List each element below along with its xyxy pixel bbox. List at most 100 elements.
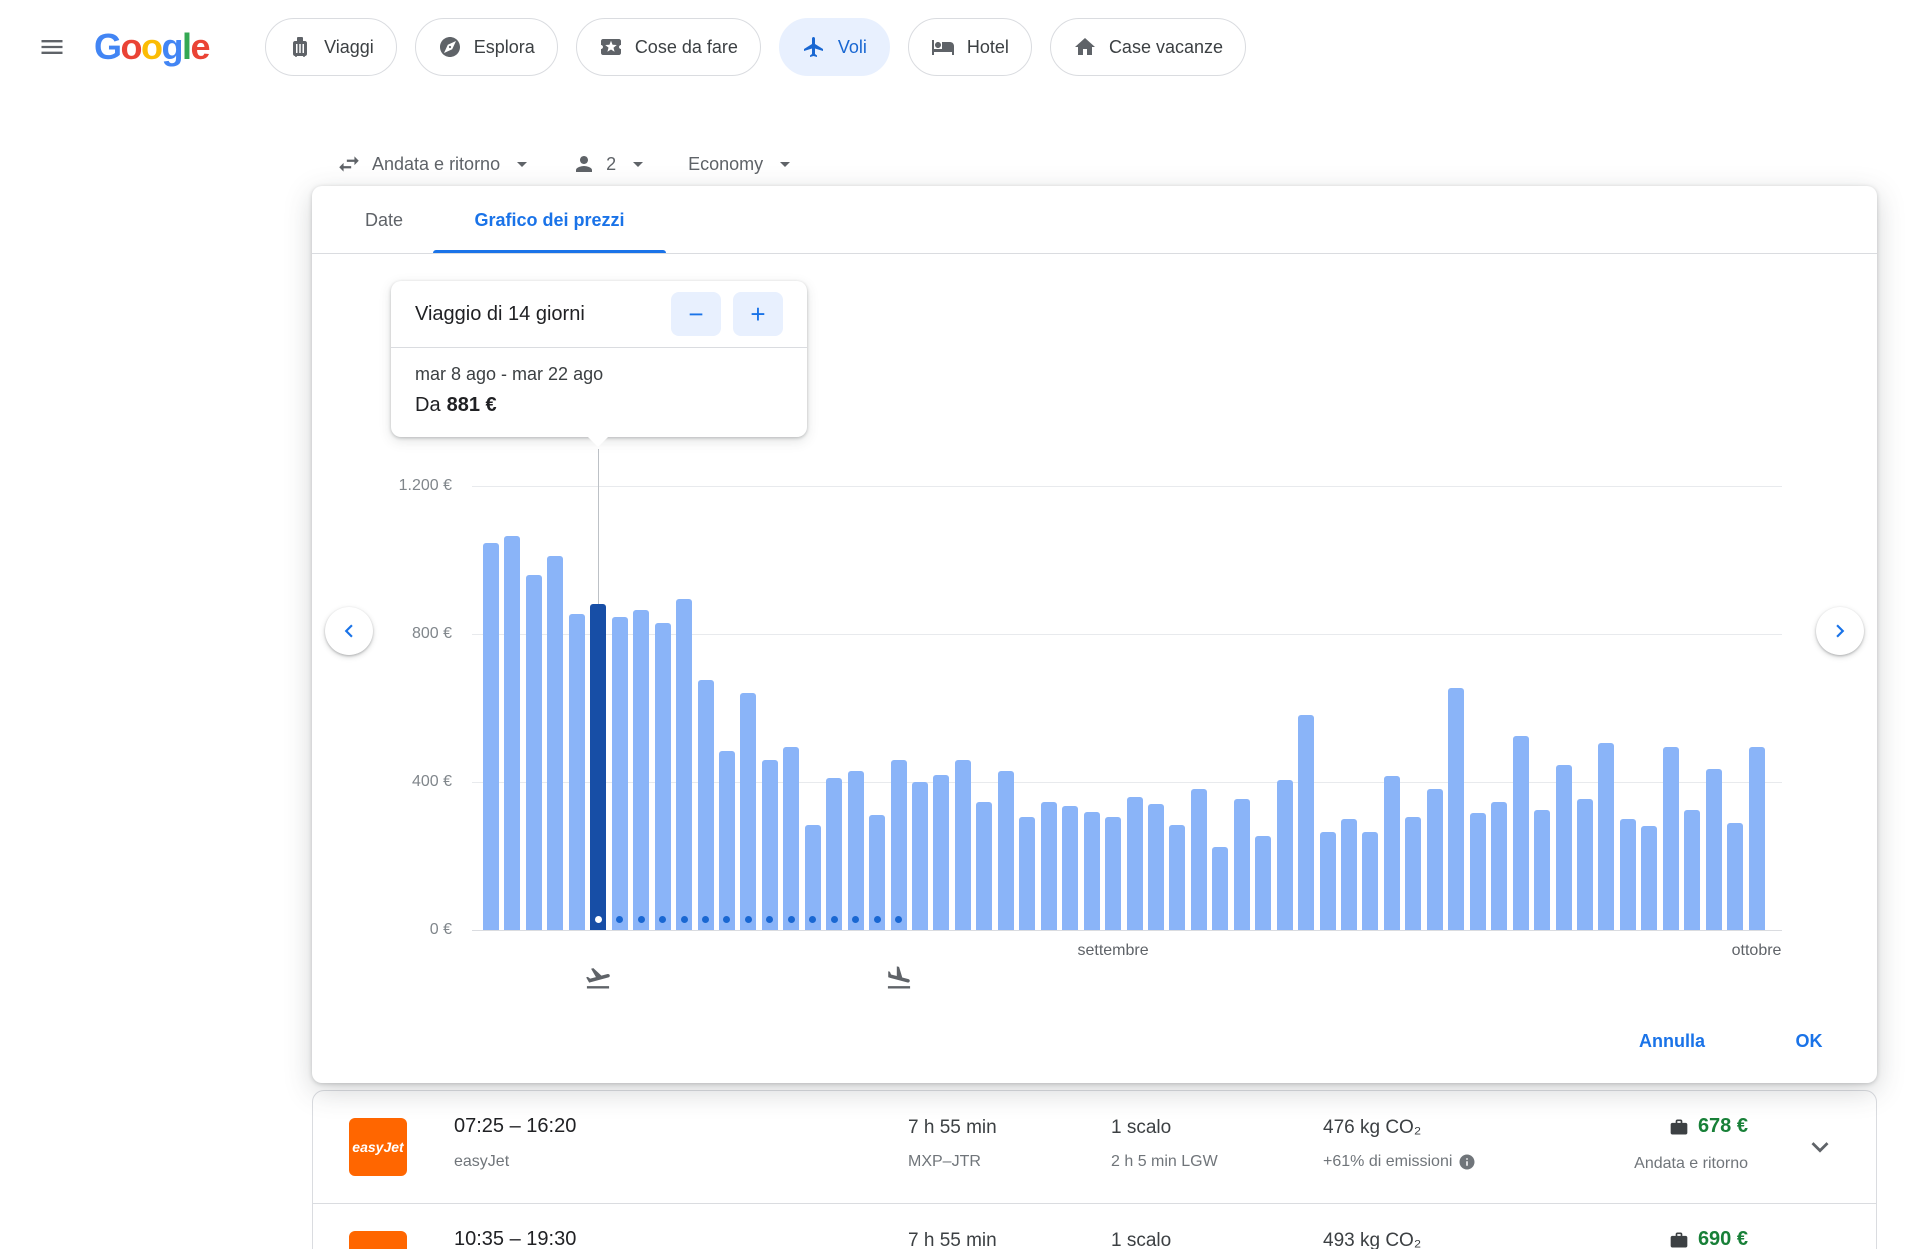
trip-day-dot xyxy=(595,916,602,923)
price-bar[interactable] xyxy=(1127,797,1143,930)
price-bar[interactable] xyxy=(655,623,671,930)
cancel-button[interactable]: Annulla xyxy=(1612,1031,1732,1052)
chart-prev-button[interactable] xyxy=(325,607,373,655)
price-bar[interactable] xyxy=(1577,799,1593,930)
price-bar[interactable] xyxy=(1277,780,1293,930)
price-bar[interactable] xyxy=(976,802,992,930)
price-bar[interactable] xyxy=(612,617,628,930)
price-bar[interactable] xyxy=(1427,789,1443,930)
price-bar[interactable] xyxy=(676,599,692,930)
price-bar[interactable] xyxy=(504,536,520,930)
price-bar-selected[interactable] xyxy=(590,604,606,930)
price-bar[interactable] xyxy=(848,771,864,930)
price-bar[interactable] xyxy=(1384,776,1400,930)
trip-length-card: Viaggio di 14 giorni − + mar 8 ago - mar… xyxy=(391,281,807,437)
trip-day-dot xyxy=(895,916,902,923)
price-bar[interactable] xyxy=(1448,688,1464,930)
price-bar[interactable] xyxy=(547,556,563,930)
emissions-value: 476 kg CO₂ xyxy=(1323,1117,1421,1139)
price-bar[interactable] xyxy=(1620,819,1636,930)
trip-day-dot xyxy=(788,916,795,923)
ok-button[interactable]: OK xyxy=(1774,1031,1844,1052)
nav-pill-label: Voli xyxy=(838,37,867,58)
price-bar[interactable] xyxy=(1041,802,1057,930)
price-bar[interactable] xyxy=(1513,736,1529,930)
price-bar[interactable] xyxy=(1684,810,1700,930)
price-bar[interactable] xyxy=(1641,826,1657,930)
price-bar[interactable] xyxy=(1727,823,1743,930)
nav-pill-esplora[interactable]: Esplora xyxy=(415,18,558,76)
price-bar[interactable] xyxy=(1534,810,1550,930)
cabin-class-selector[interactable]: Economy xyxy=(682,152,803,176)
price-bar[interactable] xyxy=(633,610,649,930)
price-bar[interactable] xyxy=(826,778,842,930)
price-bar[interactable] xyxy=(1706,769,1722,930)
price-bar[interactable] xyxy=(569,614,585,930)
google-logo[interactable]: Google xyxy=(94,26,209,68)
nav-pill-case-vacanze[interactable]: Case vacanze xyxy=(1050,18,1246,76)
increase-trip-length-button[interactable]: + xyxy=(733,292,783,336)
price-bar[interactable] xyxy=(1255,836,1271,930)
price-bar[interactable] xyxy=(783,747,799,930)
nav-pill-viaggi[interactable]: Viaggi xyxy=(265,18,397,76)
price-bar[interactable] xyxy=(1341,819,1357,930)
price-bar[interactable] xyxy=(1148,804,1164,930)
nav-pill-hotel[interactable]: Hotel xyxy=(908,18,1032,76)
price-bar[interactable] xyxy=(740,693,756,930)
price-bar[interactable] xyxy=(805,825,821,930)
price-graph-dialog: Date Grafico dei prezzi 1.200 € 800 € 40… xyxy=(312,186,1877,1083)
trip-type-selector[interactable]: Andata e ritorno xyxy=(330,151,540,177)
nav-pill-label: Cose da fare xyxy=(635,37,738,58)
price-bar[interactable] xyxy=(1191,789,1207,930)
price-bar[interactable] xyxy=(1362,832,1378,930)
main-menu-button[interactable] xyxy=(24,19,80,75)
flight-search-controls: Andata e ritorno 2 Economy xyxy=(330,143,803,185)
price-bar[interactable] xyxy=(1234,799,1250,930)
price-bar[interactable] xyxy=(1084,812,1100,930)
nav-pill-voli[interactable]: Voli xyxy=(779,18,890,76)
luggage-icon xyxy=(288,35,312,59)
baggage-icon xyxy=(1669,1230,1689,1249)
price-bar[interactable] xyxy=(1556,765,1572,930)
price-bar[interactable] xyxy=(1105,817,1121,930)
expand-flight-button[interactable] xyxy=(1803,1130,1837,1164)
nav-pill-label: Case vacanze xyxy=(1109,37,1223,58)
price-bar[interactable] xyxy=(955,760,971,930)
price-bar[interactable] xyxy=(1663,747,1679,930)
price-bar[interactable] xyxy=(719,751,735,930)
price-bar[interactable] xyxy=(998,771,1014,930)
app-header: Google Viaggi Esplora Cose da fare xyxy=(0,0,1907,94)
trip-day-dot xyxy=(638,916,645,923)
info-icon[interactable] xyxy=(1458,1153,1476,1171)
price-bar[interactable] xyxy=(1298,715,1314,930)
price-bar[interactable] xyxy=(1019,817,1035,930)
page: Google Viaggi Esplora Cose da fare xyxy=(0,0,1907,1249)
price-bar[interactable] xyxy=(1320,832,1336,930)
google-logo-letter: G xyxy=(94,26,121,67)
price-bar[interactable] xyxy=(1062,806,1078,930)
price-bar[interactable] xyxy=(762,760,778,930)
price-bar[interactable] xyxy=(483,543,499,930)
nav-pill-cose-da-fare[interactable]: Cose da fare xyxy=(576,18,761,76)
price-bar[interactable] xyxy=(1598,743,1614,930)
price-bar[interactable] xyxy=(1212,847,1228,930)
trip-day-dot xyxy=(809,916,816,923)
price-bar[interactable] xyxy=(869,815,885,930)
price-bar[interactable] xyxy=(1470,813,1486,930)
price-note: Andata e ritorno xyxy=(1634,1155,1748,1173)
passengers-selector[interactable]: 2 xyxy=(566,152,656,176)
price-bar[interactable] xyxy=(1749,747,1765,930)
flight-result-row[interactable]: easyJet 07:25 – 16:20 easyJet 7 h 55 min… xyxy=(313,1091,1876,1203)
flight-result-row[interactable]: easyJet 10:35 – 19:30 7 h 55 min 1 scalo… xyxy=(313,1203,1876,1249)
price-bar[interactable] xyxy=(1405,817,1421,930)
price-bar[interactable] xyxy=(1169,825,1185,930)
chart-next-button[interactable] xyxy=(1816,607,1864,655)
price-bar[interactable] xyxy=(912,782,928,930)
price-bar[interactable] xyxy=(526,575,542,930)
round-trip-arrows-icon xyxy=(336,151,362,177)
price-bar[interactable] xyxy=(1491,802,1507,930)
price-bar[interactable] xyxy=(891,760,907,930)
price-bar[interactable] xyxy=(933,775,949,930)
price-bar[interactable] xyxy=(698,680,714,930)
decrease-trip-length-button[interactable]: − xyxy=(671,292,721,336)
